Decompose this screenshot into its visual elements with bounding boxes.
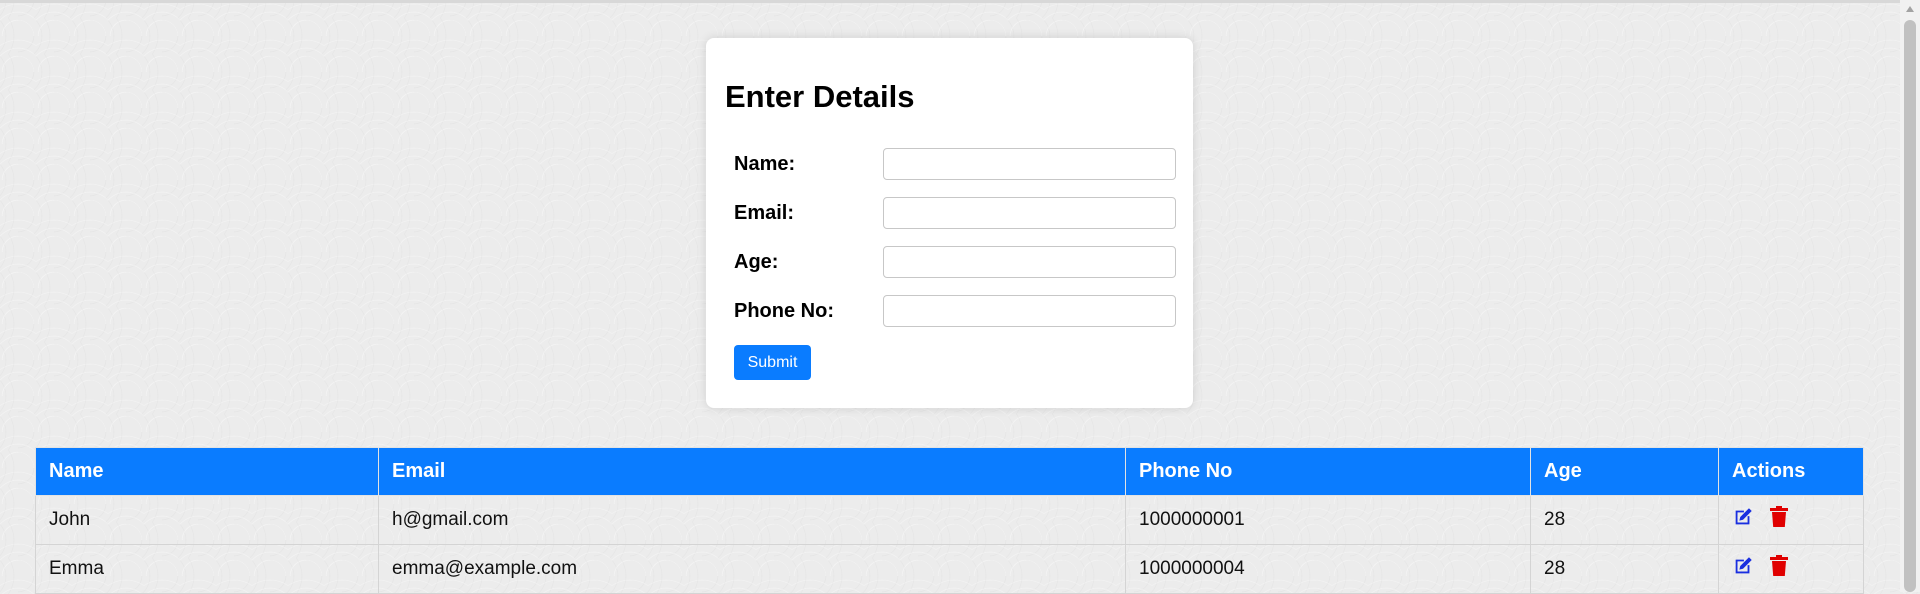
cell-email: emma@example.com xyxy=(378,544,1126,594)
cell-email: h@gmail.com xyxy=(378,495,1126,545)
cell-age: 28 xyxy=(1530,495,1719,545)
phone-row: Phone No: xyxy=(734,295,1176,329)
edit-icon[interactable] xyxy=(1732,555,1754,583)
age-row: Age: xyxy=(734,246,1176,280)
table-row: John h@gmail.com 1000000001 28 xyxy=(35,495,1864,545)
header-email: Email xyxy=(378,447,1126,496)
email-label: Email: xyxy=(734,202,795,224)
table-header-row: Name Email Phone No Age Actions xyxy=(35,447,1864,496)
header-name: Name xyxy=(35,447,379,496)
header-actions: Actions xyxy=(1718,447,1864,496)
cell-name: Emma xyxy=(35,544,379,594)
phone-input[interactable] xyxy=(883,295,1176,327)
email-row: Email: xyxy=(734,197,1176,231)
chevron-up-icon[interactable] xyxy=(1900,0,1920,18)
trash-icon[interactable] xyxy=(1769,506,1789,534)
cell-actions xyxy=(1718,495,1864,545)
submit-button[interactable]: Submit xyxy=(734,345,811,380)
name-label: Name: xyxy=(734,153,796,175)
header-age: Age xyxy=(1530,447,1719,496)
table-row: Emma emma@example.com 1000000004 28 xyxy=(35,544,1864,594)
vertical-scrollbar[interactable] xyxy=(1900,0,1920,592)
top-border xyxy=(0,0,1900,3)
age-label: Age: xyxy=(734,251,779,273)
header-phone: Phone No xyxy=(1125,447,1531,496)
form-title: Enter Details xyxy=(725,79,915,114)
trash-icon[interactable] xyxy=(1769,555,1789,583)
cell-phone: 1000000004 xyxy=(1125,544,1531,594)
email-input[interactable] xyxy=(883,197,1176,229)
edit-icon[interactable] xyxy=(1732,506,1754,534)
cell-name: John xyxy=(35,495,379,545)
details-form: Enter Details Name: Email: Age: Phone No… xyxy=(706,38,1193,408)
cell-age: 28 xyxy=(1530,544,1719,594)
cell-actions xyxy=(1718,544,1864,594)
age-input[interactable] xyxy=(883,246,1176,278)
name-row: Name: xyxy=(734,148,1176,182)
name-input[interactable] xyxy=(883,148,1176,180)
records-table: Name Email Phone No Age Actions John h@g… xyxy=(35,447,1864,594)
cell-phone: 1000000001 xyxy=(1125,495,1531,545)
phone-label: Phone No: xyxy=(734,300,834,322)
scrollbar-thumb[interactable] xyxy=(1904,20,1916,592)
